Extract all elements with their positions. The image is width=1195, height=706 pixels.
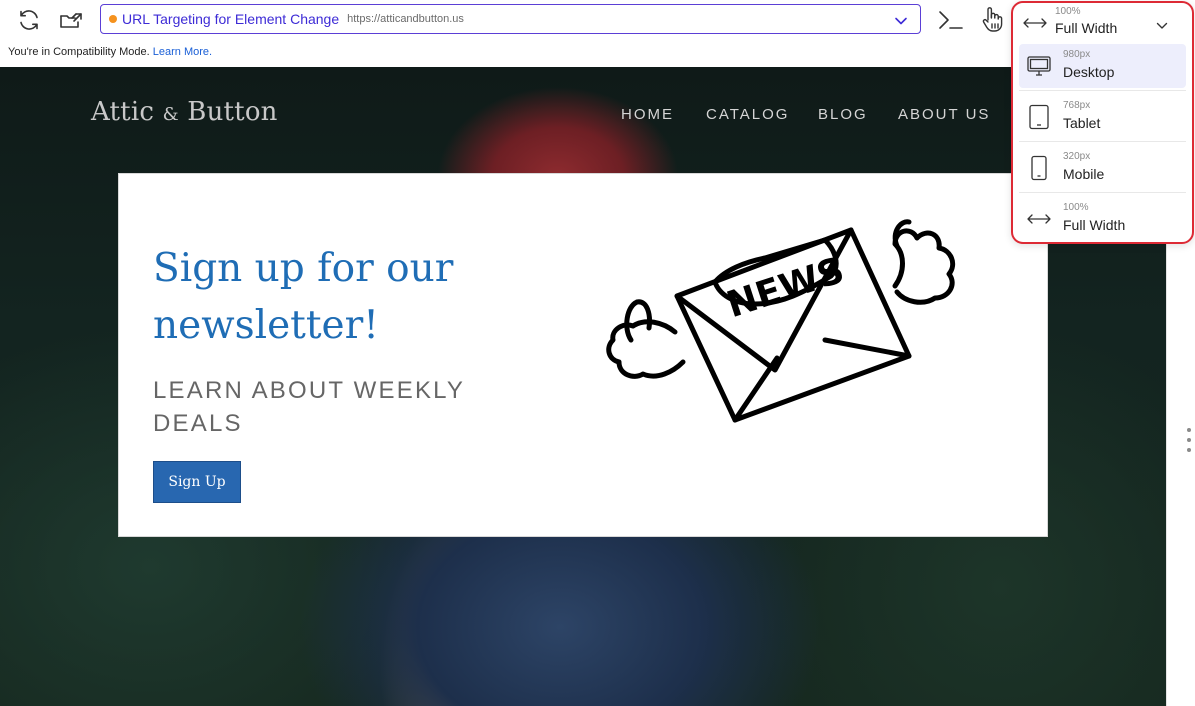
viewport-percent: 100% [1055, 6, 1081, 17]
kebab-dot [1187, 448, 1191, 452]
learn-more-link[interactable]: Learn More. [153, 46, 212, 58]
open-external-icon[interactable] [56, 6, 86, 34]
compatibility-banner: You're in Compatibility Mode. Learn More… [8, 46, 212, 58]
divider [1019, 192, 1186, 193]
viewport-selector[interactable]: 100% Full Width [1013, 3, 1192, 39]
logo-ampersand: & [162, 104, 179, 125]
sign-up-button[interactable]: Sign Up [153, 461, 241, 503]
tablet-icon [1025, 103, 1053, 131]
viewport-option-desktop[interactable]: 980px Desktop [1019, 44, 1186, 88]
kebab-dot [1187, 428, 1191, 432]
chevron-down-icon [894, 13, 908, 31]
compat-text: You're in Compatibility Mode. [8, 46, 150, 58]
newsletter-card: Sign up for our newsletter! LEARN ABOUT … [118, 173, 1048, 537]
viewport-option-tablet[interactable]: 768px Tablet [1019, 95, 1186, 139]
editor-window: URL Targeting for Element Change https:/… [0, 0, 1195, 706]
viewport-option-label: Mobile [1063, 166, 1105, 182]
viewport-size: 100% [1063, 202, 1089, 213]
site-logo[interactable]: Attic & Button [91, 97, 278, 127]
logo-word-2: Button [187, 97, 278, 127]
newsletter-title: Sign up for our newsletter! [153, 246, 454, 348]
refresh-icon[interactable] [14, 6, 44, 34]
viewport-option-label: Full Width [1063, 217, 1126, 233]
viewport-option-mobile[interactable]: 320px Mobile [1019, 146, 1186, 190]
nav-blog[interactable]: BLOG [818, 106, 868, 123]
viewport-label: Full Width [1055, 20, 1118, 36]
nav-catalog[interactable]: CATALOG [706, 106, 789, 123]
full-width-icon [1022, 16, 1048, 34]
viewport-size: 320px [1063, 151, 1091, 162]
status-dot [109, 15, 117, 23]
logo-word-1: Attic [91, 97, 155, 127]
nav-home[interactable]: HOME [621, 106, 674, 123]
viewport-size: 980px [1063, 49, 1091, 60]
experiment-name: URL Targeting for Element Change [122, 11, 340, 27]
page-url: https://atticandbutton.us [347, 13, 464, 25]
full-width-icon [1025, 205, 1053, 233]
kebab-dot [1187, 438, 1191, 442]
more-options-icon[interactable] [1186, 428, 1192, 452]
divider [1019, 90, 1186, 91]
desktop-icon [1025, 52, 1053, 80]
viewport-dropdown: 100% Full Width 980px Desktop 768px Tabl… [1011, 1, 1194, 244]
experiment-url-selector[interactable]: URL Targeting for Element Change https:/… [100, 4, 921, 34]
chevron-down-icon [1156, 17, 1168, 35]
viewport-option-full-width[interactable]: 100% Full Width [1019, 197, 1186, 241]
newsletter-subtitle: LEARN ABOUT WEEKLY DEALS [153, 377, 465, 437]
pointer-hand-icon[interactable] [978, 4, 1006, 34]
terminal-icon[interactable] [936, 6, 966, 34]
viewport-option-label: Desktop [1063, 64, 1115, 80]
viewport-option-label: Tablet [1063, 115, 1101, 131]
divider [1019, 141, 1186, 142]
news-text: NEWS [722, 250, 849, 326]
mobile-icon [1025, 154, 1053, 182]
nav-about-us[interactable]: ABOUT US [898, 106, 990, 123]
viewport-size: 768px [1063, 100, 1091, 111]
site-preview: Attic & Button HOME CATALOG BLOG ABOUT U… [0, 67, 1166, 706]
news-envelope-illustration: NEWS [606, 219, 956, 423]
